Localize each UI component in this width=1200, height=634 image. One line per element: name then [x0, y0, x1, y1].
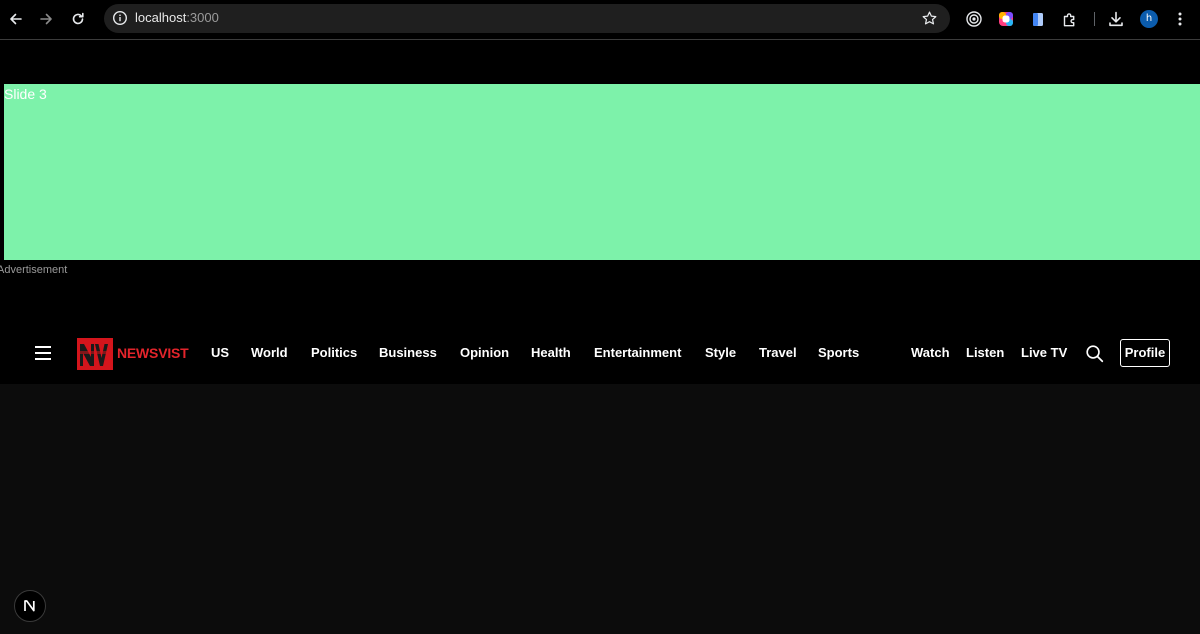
kebab-menu-icon	[1178, 12, 1182, 26]
forward-button[interactable]	[34, 7, 58, 31]
nav-world[interactable]: World	[251, 345, 288, 361]
brand-logo[interactable]	[77, 338, 113, 370]
search-icon[interactable]	[1085, 344, 1104, 363]
nav-style[interactable]: Style	[705, 345, 736, 361]
nav-opinion[interactable]: Opinion	[460, 345, 509, 361]
nav-business[interactable]: Business	[379, 345, 437, 361]
newsvist-logo-icon	[77, 338, 113, 370]
downloads-button[interactable]	[1106, 9, 1126, 29]
star-icon[interactable]	[921, 10, 938, 27]
puzzle-icon	[1063, 13, 1075, 27]
color-ring-icon	[999, 12, 1013, 26]
url-port: :3000	[186, 10, 219, 25]
color-extension-button[interactable]	[996, 9, 1016, 29]
info-icon[interactable]	[112, 10, 128, 26]
profile-avatar[interactable]: h	[1140, 10, 1158, 28]
nextjs-logo-icon	[24, 600, 35, 612]
site-header: NEWSVIST US World Politics Business Opin…	[0, 320, 1200, 384]
url-text[interactable]: localhost:3000	[135, 10, 219, 26]
nav-live-tv[interactable]: Live TV	[1021, 345, 1067, 361]
extensions-button[interactable]	[1060, 9, 1080, 29]
arrow-left-icon	[10, 13, 22, 25]
nav-sports[interactable]: Sports	[818, 345, 859, 361]
slide-label: Slide 3	[4, 86, 47, 102]
nav-watch[interactable]: Watch	[911, 345, 950, 361]
browser-menu-button[interactable]	[1170, 9, 1190, 29]
nav-entertainment[interactable]: Entertainment	[594, 345, 681, 361]
arrow-right-icon	[40, 13, 52, 25]
profile-button[interactable]: Profile	[1120, 339, 1170, 367]
toolbar-separator	[1094, 12, 1095, 26]
hamburger-icon[interactable]	[35, 346, 51, 360]
target-extension-button[interactable]	[964, 9, 984, 29]
clipboard-icon	[1033, 13, 1043, 26]
nextjs-dev-indicator[interactable]	[14, 590, 46, 622]
main-content	[0, 384, 1200, 634]
clipboard-extension-button[interactable]	[1028, 9, 1048, 29]
reload-icon	[72, 12, 84, 25]
address-bar[interactable]: localhost:3000	[104, 4, 950, 33]
nav-us[interactable]: US	[211, 345, 229, 361]
back-button[interactable]	[4, 7, 28, 31]
brand-name[interactable]: NEWSVIST	[117, 345, 189, 361]
download-icon	[1109, 11, 1123, 27]
toolbar-divider	[0, 39, 1200, 40]
advertisement-label: Advertisement	[0, 264, 68, 276]
nav-travel[interactable]: Travel	[759, 345, 797, 361]
hero-slide[interactable]: Slide 3	[4, 84, 1200, 260]
browser-toolbar: localhost:3000 h	[0, 0, 1200, 38]
nav-listen[interactable]: Listen	[966, 345, 1004, 361]
target-icon	[966, 11, 982, 27]
nav-health[interactable]: Health	[531, 345, 571, 361]
nav-politics[interactable]: Politics	[311, 345, 357, 361]
url-host: localhost	[135, 10, 187, 25]
reload-button[interactable]	[66, 7, 90, 31]
